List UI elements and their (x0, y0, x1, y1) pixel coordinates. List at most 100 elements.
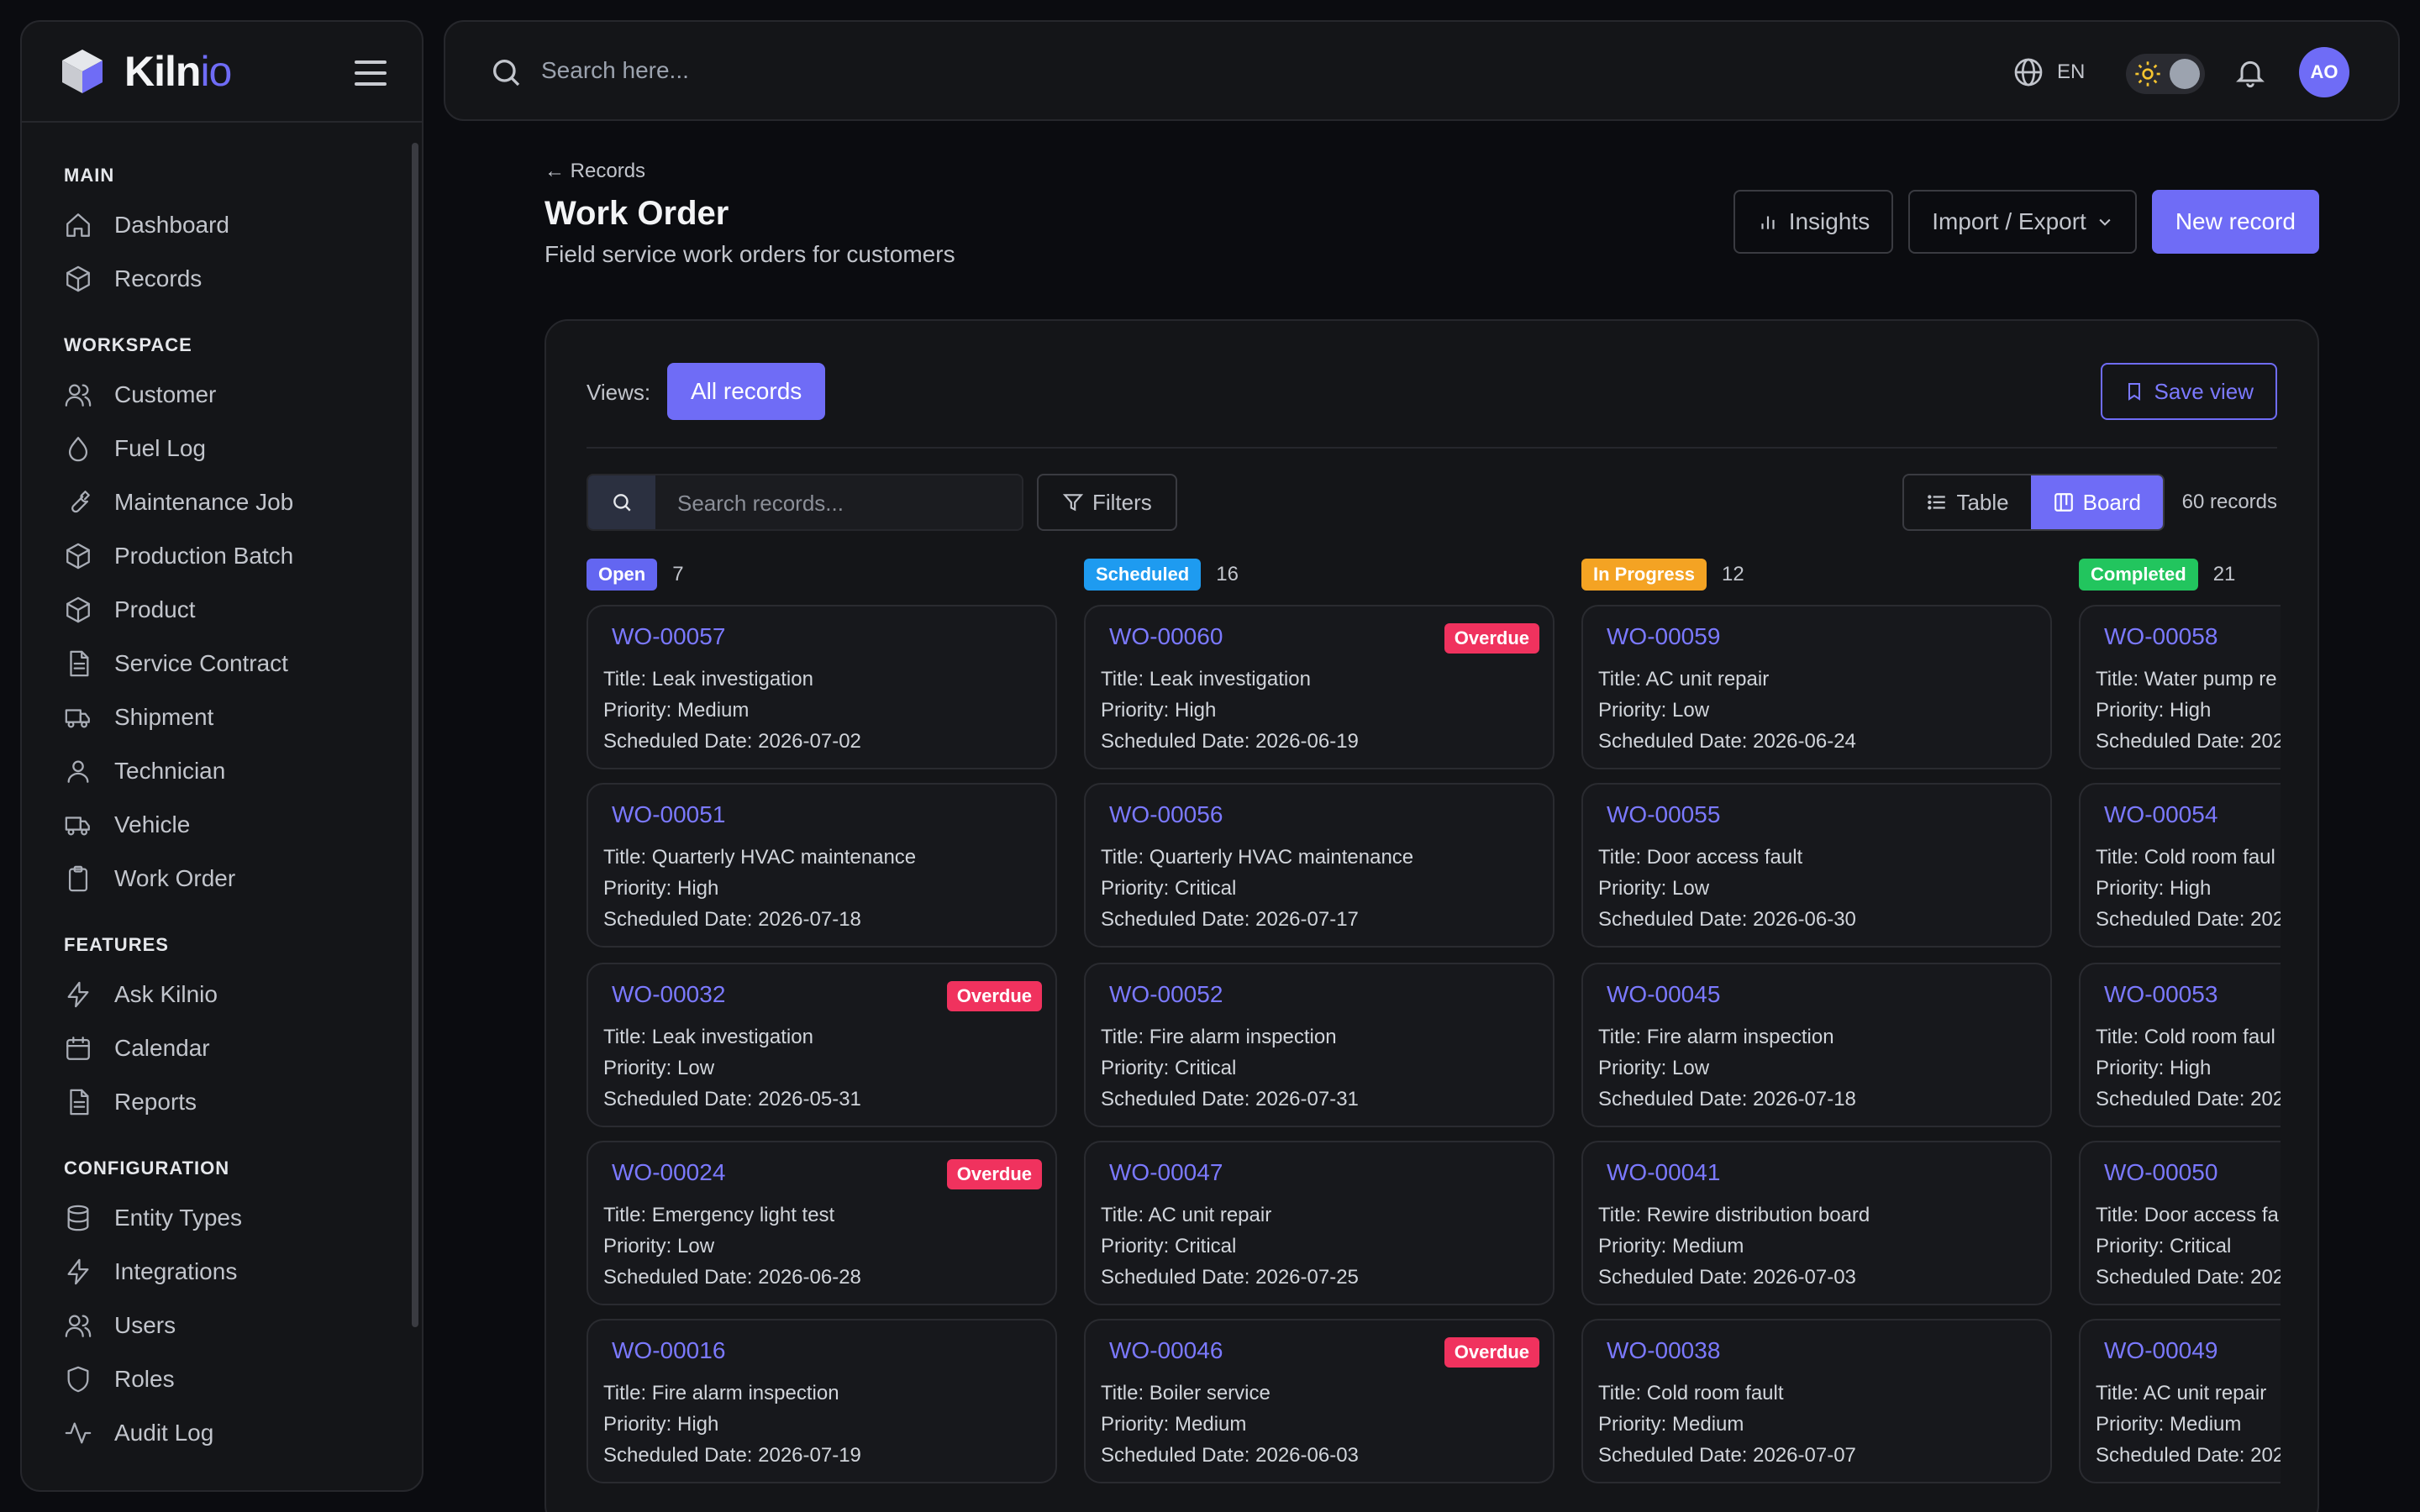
work-order-card[interactable]: WO-00052 Title: Fire alarm inspection Prio… (1084, 963, 1555, 1127)
work-order-card[interactable]: WO-00032 Overdue Title: Leak investigation… (587, 963, 1057, 1127)
work-order-card[interactable]: WO-00038 Title: Cold room fault Priority: … (1581, 1319, 2052, 1483)
card-details: Title: Rewire distribution board Priority… (1598, 1200, 1870, 1293)
work-order-id-link[interactable]: WO-00047 (1109, 1159, 1223, 1186)
work-order-id-link[interactable]: WO-00038 (1607, 1337, 1720, 1364)
records-search[interactable]: Search records... (587, 474, 1023, 531)
work-order-id-link[interactable]: WO-00053 (2104, 981, 2217, 1008)
card-title: Title: Water pump re (2096, 668, 2277, 690)
import-export-button[interactable]: Import / Export (1908, 190, 2137, 254)
sidebar-item-technician[interactable]: Technician (64, 744, 422, 798)
view-all-records[interactable]: All records (667, 363, 826, 420)
card-priority: Priority: Medium (1598, 1235, 1744, 1257)
work-order-id-link[interactable]: WO-00045 (1607, 981, 1720, 1008)
work-order-id-link[interactable]: WO-00046 (1109, 1337, 1223, 1364)
work-order-id-link[interactable]: WO-00050 (2104, 1159, 2217, 1186)
work-order-id-link[interactable]: WO-00032 (612, 981, 725, 1008)
activity-icon (65, 1422, 92, 1444)
avatar[interactable]: AO (2299, 47, 2349, 97)
sidebar-item-ask-kilnio[interactable]: Ask Kilnio (64, 968, 422, 1021)
status-badge: Scheduled (1084, 559, 1202, 591)
work-order-id-link[interactable]: WO-00059 (1607, 623, 1720, 650)
work-order-id-link[interactable]: WO-00056 (1109, 801, 1223, 828)
work-order-card[interactable]: WO-00053 Title: Cold room faul Priority: H… (2079, 963, 2281, 1127)
language-selector[interactable]: EN (2012, 55, 2085, 89)
sidebar-item-label: Roles (114, 1366, 175, 1392)
work-order-id-link[interactable]: WO-00058 (2104, 623, 2217, 650)
work-order-id-link[interactable]: WO-00016 (612, 1337, 725, 1364)
sidebar-item-calendar[interactable]: Calendar (64, 1021, 422, 1075)
board-column: In Progress 12 WO-00059 Title: AC unit repa… (1581, 558, 2052, 1483)
work-order-card[interactable]: WO-00041 Title: Rewire distribution board… (1581, 1141, 2052, 1305)
card-priority: Priority: High (603, 877, 719, 900)
work-order-id-link[interactable]: WO-00051 (612, 801, 725, 828)
new-record-button[interactable]: New record (2151, 190, 2319, 254)
work-order-id-link[interactable]: WO-00041 (1607, 1159, 1720, 1186)
card-scheduled-date: Scheduled Date: 2026-06-03 (1101, 1444, 1359, 1467)
column-header: In Progress 12 (1581, 558, 2052, 591)
sidebar-item-roles[interactable]: Roles (64, 1352, 422, 1406)
work-order-card[interactable]: WO-00050 Title: Door access fa Priority: C… (2079, 1141, 2281, 1305)
records-search-input[interactable]: Search records... (677, 491, 844, 517)
board-view-button[interactable]: Board (2030, 475, 2163, 529)
board-column: Scheduled 16 WO-00060 Overdue Title: Leak in… (1084, 558, 1555, 1483)
home-icon (66, 213, 90, 237)
work-order-id-link[interactable]: WO-00024 (612, 1159, 725, 1186)
card-scheduled-date: Scheduled Date: 202 (2096, 908, 2281, 931)
sidebar-item-users[interactable]: Users (64, 1299, 422, 1352)
work-order-card[interactable]: WO-00016 Title: Fire alarm inspection Prio… (587, 1319, 1057, 1483)
sidebar-item-audit-log[interactable]: Audit Log (64, 1406, 422, 1460)
global-search-input[interactable]: Search here... (541, 57, 689, 84)
work-order-card[interactable]: WO-00056 Title: Quarterly HVAC maintenanc… (1084, 783, 1555, 948)
work-order-card[interactable]: WO-00057 Title: Leak investigation Priorit… (587, 605, 1057, 769)
sidebar-item-label: Records (114, 265, 203, 291)
sidebar-item-records[interactable]: Records (64, 252, 422, 306)
sidebar-scrollbar[interactable] (412, 143, 418, 1327)
overdue-badge: Overdue (946, 981, 1042, 1011)
work-order-id-link[interactable]: WO-00052 (1109, 981, 1223, 1008)
sidebar-item-reports[interactable]: Reports (64, 1075, 422, 1129)
sidebar-item-service-contract[interactable]: Service Contract (64, 637, 422, 690)
work-order-card[interactable]: WO-00045 Title: Fire alarm inspection Prio… (1581, 963, 2052, 1127)
menu-icon[interactable] (355, 60, 387, 86)
work-order-card[interactable]: WO-00051 Title: Quarterly HVAC maintenanc… (587, 783, 1057, 948)
sidebar-item-shipment[interactable]: Shipment (64, 690, 422, 744)
work-order-card[interactable]: WO-00047 Title: AC unit repair Priority: C… (1084, 1141, 1555, 1305)
sidebar-item-product[interactable]: Product (64, 583, 422, 637)
sidebar-item-entity-types[interactable]: Entity Types (64, 1191, 422, 1245)
work-order-id-link[interactable]: WO-00049 (2104, 1337, 2217, 1364)
sidebar-item-label: Integrations (114, 1258, 238, 1284)
work-order-id-link[interactable]: WO-00055 (1607, 801, 1720, 828)
work-order-card[interactable]: WO-00058 Title: Water pump re Priority: Hi… (2079, 605, 2281, 769)
work-order-id-link[interactable]: WO-00057 (612, 623, 725, 650)
work-order-card[interactable]: WO-00049 Title: AC unit repair Priority: M… (2079, 1319, 2281, 1483)
card-priority: Priority: High (2096, 1057, 2212, 1079)
save-view-button[interactable]: Save view (2100, 363, 2277, 420)
sidebar-item-work-order[interactable]: Work Order (64, 852, 422, 906)
work-order-card[interactable]: WO-00060 Overdue Title: Leak investigation… (1084, 605, 1555, 769)
sidebar-item-fuel-log[interactable]: Fuel Log (64, 422, 422, 475)
theme-toggle[interactable] (2126, 54, 2205, 94)
work-order-card[interactable]: WO-00024 Overdue Title: Emergency light te… (587, 1141, 1057, 1305)
filters-button[interactable]: Filters (1037, 474, 1177, 531)
users-icon (65, 1315, 92, 1337)
table-view-button[interactable]: Table (1904, 475, 2030, 529)
sidebar-item-maintenance-job[interactable]: Maintenance Job (64, 475, 422, 529)
sidebar-item-vehicle[interactable]: Vehicle (64, 798, 422, 852)
insights-button[interactable]: Insights (1733, 190, 1894, 254)
work-order-id-link[interactable]: WO-00054 (2104, 801, 2217, 828)
work-order-id-link[interactable]: WO-00060 (1109, 623, 1223, 650)
back-link[interactable]: ← Records (544, 160, 2319, 183)
sidebar-item-dashboard[interactable]: Dashboard (64, 198, 422, 252)
work-order-card[interactable]: WO-00046 Overdue Title: Boiler service Prio… (1084, 1319, 1555, 1483)
kanban-icon (2054, 493, 2073, 512)
work-order-card[interactable]: WO-00059 Title: AC unit repair Priority: L… (1581, 605, 2052, 769)
sidebar-item-integrations[interactable]: Integrations (64, 1245, 422, 1299)
work-order-card[interactable]: WO-00055 Title: Door access fault Priority… (1581, 783, 2052, 948)
sidebar-item-production-batch[interactable]: Production Batch (64, 529, 422, 583)
box-icon (66, 265, 90, 292)
card-scheduled-date: Scheduled Date: 2026-07-19 (603, 1444, 861, 1467)
work-order-card[interactable]: WO-00054 Title: Cold room faul Priority: H… (2079, 783, 2281, 948)
sidebar-item-customer[interactable]: Customer (64, 368, 422, 422)
brand-name[interactable]: Kilnio (124, 47, 232, 96)
bell-icon[interactable] (2233, 55, 2267, 89)
